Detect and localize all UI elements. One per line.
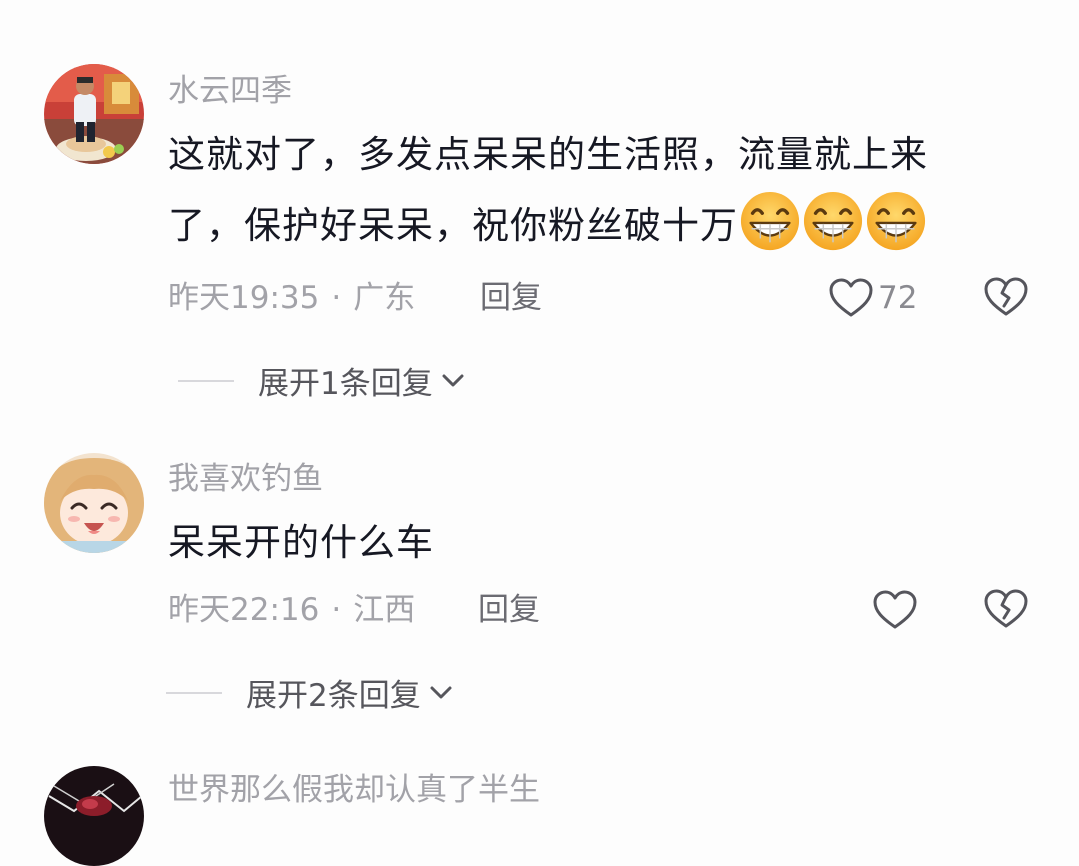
avatar[interactable] [44,766,144,866]
avatar-image [44,766,144,866]
comment-username[interactable]: 世界那么假我却认真了半生 [168,770,540,810]
comment-item: 世界那么假我却认真了半生 [0,0,1079,866]
